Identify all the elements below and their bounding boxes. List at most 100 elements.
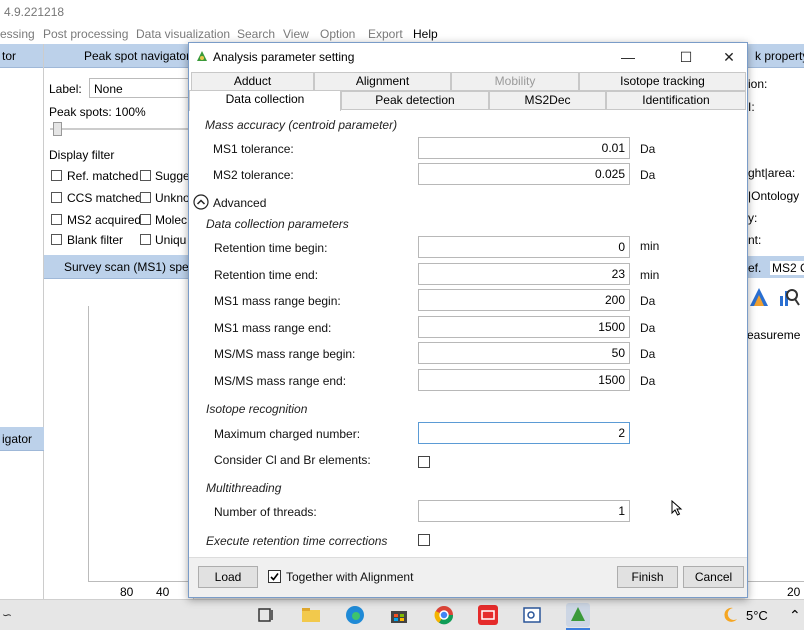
tab-isotope-tracking[interactable]: Isotope tracking bbox=[579, 72, 746, 91]
measurement-label: easureme bbox=[747, 328, 801, 342]
together-alignment-label: Together with Alignment bbox=[286, 570, 414, 584]
axis-tick-label: 80 bbox=[120, 585, 134, 599]
task-view-icon[interactable] bbox=[256, 605, 276, 625]
tab-mobility[interactable]: Mobility bbox=[451, 72, 579, 91]
filter-checkbox[interactable] bbox=[140, 170, 151, 181]
rt-begin-unit: min bbox=[640, 239, 660, 253]
minimize-button[interactable]: — bbox=[613, 47, 643, 67]
menu-post-processing[interactable]: Post processing bbox=[43, 27, 128, 41]
peak-spots-text: Peak spots: 100% bbox=[49, 105, 146, 119]
tab-ms2dec[interactable]: MS2Dec bbox=[489, 91, 606, 110]
dialog-titlebar[interactable]: Analysis parameter setting — ☐ ✕ bbox=[189, 43, 747, 71]
tab-ms2[interactable]: MS2 C bbox=[770, 261, 804, 275]
max-charge-input[interactable]: 2 bbox=[418, 422, 630, 444]
app-version: 4.9.221218 bbox=[4, 5, 65, 19]
display-filter-label: Display filter bbox=[49, 148, 115, 162]
show-hidden-icons-icon[interactable]: ⌃ bbox=[789, 607, 801, 624]
menu-processing[interactable]: essing bbox=[0, 27, 35, 41]
filter-checkbox[interactable] bbox=[140, 192, 151, 203]
peak-nav-header: Peak spot navigator bbox=[44, 44, 193, 68]
chart-icon[interactable] bbox=[748, 286, 770, 308]
ms1-range-end-input[interactable]: 1500 bbox=[418, 316, 630, 338]
close-button[interactable]: ✕ bbox=[714, 47, 744, 67]
load-button[interactable]: Load bbox=[198, 566, 258, 588]
section-data-collection: Data collection parameters bbox=[206, 217, 349, 231]
ms1-tolerance-label: MS1 tolerance: bbox=[213, 142, 294, 156]
windows-taskbar: ∽ 5°C ⌃ bbox=[0, 599, 804, 630]
axis-tick-label: 40 bbox=[156, 585, 170, 599]
menu-view[interactable]: View bbox=[283, 27, 309, 41]
label-dropdown-value: None bbox=[94, 82, 123, 96]
filter-checkbox[interactable] bbox=[51, 192, 62, 203]
filter-checkbox[interactable] bbox=[140, 234, 151, 245]
data-collection-content: Mass accuracy (centroid parameter) MS1 t… bbox=[189, 111, 747, 557]
property-line: I: bbox=[748, 100, 755, 114]
msdial-icon[interactable] bbox=[566, 603, 590, 627]
rt-end-input[interactable]: 23 bbox=[418, 263, 630, 285]
threads-input[interactable]: 1 bbox=[418, 500, 630, 522]
weather-temperature: 5°C bbox=[746, 608, 768, 623]
file-explorer-icon[interactable] bbox=[301, 605, 321, 625]
ms2-tolerance-label: MS2 tolerance: bbox=[213, 168, 294, 182]
cl-br-checkbox[interactable] bbox=[418, 456, 430, 468]
tab-alignment[interactable]: Alignment bbox=[314, 72, 451, 91]
menu-option[interactable]: Option bbox=[320, 27, 355, 41]
app-icon[interactable] bbox=[522, 605, 542, 625]
menu-export[interactable]: Export bbox=[368, 27, 403, 41]
analysis-parameter-dialog: Analysis parameter setting — ☐ ✕ Adduct … bbox=[188, 42, 748, 598]
ms2-tolerance-input[interactable]: 0.025 bbox=[418, 163, 630, 185]
ms1-range-begin-unit: Da bbox=[640, 294, 656, 308]
msms-range-end-input[interactable]: 1500 bbox=[418, 369, 630, 391]
app-title-bar: 4.9.221218 bbox=[0, 0, 804, 24]
filter-checkbox[interactable] bbox=[51, 234, 62, 245]
tab-data-collection[interactable]: Data collection bbox=[189, 90, 341, 111]
tab-identification[interactable]: Identification bbox=[606, 91, 746, 110]
ms1-tolerance-input[interactable]: 0.01 bbox=[418, 137, 630, 159]
filter-checkbox[interactable] bbox=[51, 170, 62, 181]
finish-button[interactable]: Finish bbox=[617, 566, 678, 588]
store-icon[interactable] bbox=[389, 605, 409, 625]
msdial-icon bbox=[195, 49, 209, 63]
tab-strip: Adduct Alignment Mobility Isotope tracki… bbox=[189, 71, 747, 111]
menu-bar: essing Post processing Data visualizatio… bbox=[0, 24, 804, 44]
peak-spot-navigator-panel: Peak spot navigator Label: None Peak spo… bbox=[44, 44, 199, 599]
filter-suggested: Sugge bbox=[155, 169, 190, 183]
chrome-icon[interactable] bbox=[434, 605, 454, 625]
section-multithreading: Multithreading bbox=[206, 481, 282, 495]
tab-ref[interactable]: ef. bbox=[748, 261, 761, 275]
label-caption: Label: bbox=[49, 82, 82, 96]
weather-icon[interactable] bbox=[720, 605, 740, 625]
property-line: |Ontology bbox=[748, 189, 800, 203]
input-method-indicator: ∽ bbox=[2, 608, 13, 622]
filter-checkbox[interactable] bbox=[51, 214, 62, 225]
msms-range-end-label: MS/MS mass range end: bbox=[214, 374, 347, 388]
advanced-toggle-label[interactable]: Advanced bbox=[213, 196, 266, 210]
msms-range-begin-input[interactable]: 50 bbox=[418, 342, 630, 364]
together-alignment-checkbox[interactable] bbox=[268, 570, 281, 583]
youdao-icon[interactable] bbox=[478, 605, 498, 625]
survey-scan-plot bbox=[88, 306, 194, 582]
menu-help[interactable]: Help bbox=[413, 27, 438, 41]
cancel-button[interactable]: Cancel bbox=[683, 566, 744, 588]
tab-adduct[interactable]: Adduct bbox=[191, 72, 314, 91]
edge-icon[interactable] bbox=[345, 605, 365, 625]
peak-property-header: k property bbox=[745, 44, 804, 68]
rt-end-label: Retention time end: bbox=[214, 268, 319, 282]
ms1-range-end-unit: Da bbox=[640, 321, 656, 335]
tab-peak-detection[interactable]: Peak detection bbox=[341, 91, 489, 110]
right-plot-area bbox=[745, 344, 804, 582]
left-bottom-header: igator bbox=[0, 427, 44, 451]
label-dropdown[interactable]: None bbox=[89, 78, 199, 98]
dialog-footer: Load Together with Alignment Finish Canc… bbox=[189, 557, 747, 597]
filter-unique: Uniqu bbox=[155, 233, 187, 247]
filter-checkbox[interactable] bbox=[140, 214, 151, 225]
rt-begin-input[interactable]: 0 bbox=[418, 236, 630, 258]
peak-spots-slider-thumb[interactable] bbox=[53, 122, 62, 136]
collapse-chevron-icon[interactable] bbox=[193, 194, 209, 210]
menu-data-visualization[interactable]: Data visualization bbox=[136, 27, 230, 41]
maximize-button[interactable]: ☐ bbox=[671, 47, 701, 67]
rt-correction-checkbox[interactable] bbox=[418, 534, 430, 546]
search-chart-icon[interactable] bbox=[778, 286, 800, 308]
menu-search[interactable]: Search bbox=[237, 27, 275, 41]
ms1-range-begin-input[interactable]: 200 bbox=[418, 289, 630, 311]
